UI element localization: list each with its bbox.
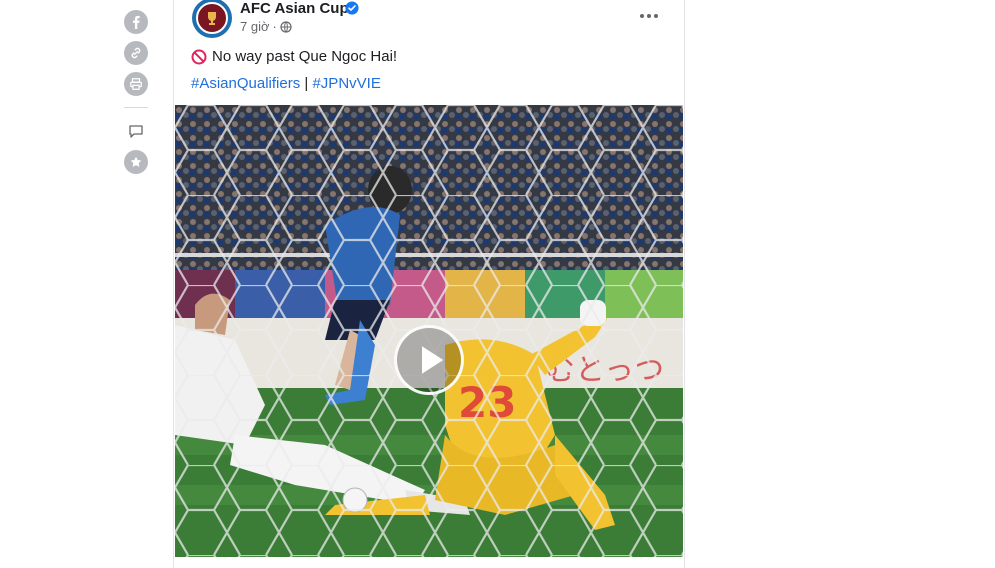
video-player[interactable]: むとっつ 23 — [175, 105, 683, 557]
post-message: No way past Que Ngoc Hai! — [191, 48, 397, 65]
post-text: No way past Que Ngoc Hai! — [212, 48, 398, 65]
star-icon — [130, 156, 142, 167]
comment-button[interactable] — [126, 121, 146, 141]
more-options-button[interactable] — [637, 6, 661, 26]
copy-link-button[interactable] — [124, 41, 148, 65]
facebook-share-button[interactable] — [124, 10, 148, 34]
meta-separator: · — [272, 19, 277, 34]
rail-divider — [124, 107, 148, 108]
link-icon — [131, 47, 141, 59]
afc-logo — [196, 2, 228, 34]
dot — [647, 14, 651, 18]
hashtag-separator: | — [304, 75, 309, 92]
hashtag-link[interactable]: #JPNvVIE — [312, 75, 380, 92]
comment-icon — [129, 125, 143, 138]
facebook-icon — [132, 15, 140, 29]
play-icon — [422, 346, 444, 374]
globe-icon — [280, 20, 292, 33]
dot — [654, 14, 658, 18]
post-card: AFC Asian Cup 7 giờ · No way past Que Ng… — [173, 0, 685, 568]
play-button[interactable] — [394, 325, 464, 395]
hashtags: #AsianQualifiers | #JPNvVIE — [191, 75, 381, 92]
post-meta: 7 giờ · — [240, 19, 292, 34]
post-timestamp[interactable]: 7 giờ — [240, 19, 270, 34]
favorite-button[interactable] — [124, 150, 148, 174]
page-avatar[interactable] — [192, 0, 232, 38]
dot — [640, 14, 644, 18]
page-name[interactable]: AFC Asian Cup — [240, 0, 349, 17]
print-button[interactable] — [124, 72, 148, 96]
hashtag-link[interactable]: #AsianQualifiers — [191, 75, 300, 92]
print-icon — [130, 78, 142, 90]
verified-badge-icon — [345, 1, 359, 15]
no-entry-icon — [191, 49, 207, 64]
